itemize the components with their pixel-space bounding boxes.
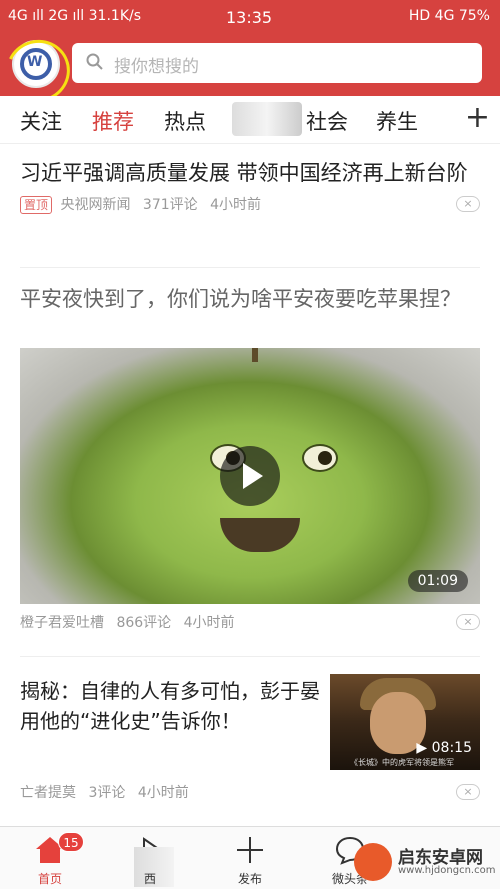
tabs-fade — [440, 96, 462, 142]
tab-hot[interactable]: 热点 — [164, 106, 206, 136]
article-meta: 置顶 央视网新闻 371评论 4小时前 × — [20, 194, 480, 214]
dismiss-button[interactable]: × — [456, 614, 480, 630]
article-comments: 3评论 — [88, 785, 126, 801]
dismiss-button[interactable]: × — [456, 784, 480, 800]
tab-recommend[interactable]: 推荐 — [92, 106, 134, 136]
tab-health[interactable]: 养生 — [376, 106, 418, 136]
article-meta-wrap: 亡者提莫 3评论 4小时前 × — [20, 782, 480, 802]
video-player[interactable]: 01:09 — [20, 348, 480, 604]
battery-status: HD 4G 75% — [408, 8, 490, 24]
thumb-duration: ▶ 08:15 — [416, 740, 472, 756]
article-title[interactable]: 平安夜快到了，你们说为啥平安夜要吃苹果捏？ — [20, 284, 480, 314]
search-placeholder: 搜你想搜的 — [114, 57, 199, 77]
channel-tabs: 关注 推荐 热点 社会 养生 + — [0, 96, 500, 144]
article-source: 橙子君爱吐槽 — [20, 615, 104, 631]
vw-logo-icon[interactable]: W — [0, 30, 79, 112]
tab-society[interactable]: 社会 — [306, 106, 348, 136]
dismiss-button[interactable]: × — [456, 196, 480, 212]
article-time: 4小时前 — [210, 197, 262, 213]
article-meta: 橙子君爱吐槽 866评论 4小时前 × — [20, 612, 480, 632]
add-channel-button[interactable]: + — [465, 100, 490, 135]
article-source: 亡者提莫 — [20, 785, 76, 801]
clock: 13:35 — [226, 8, 273, 27]
feed-item[interactable]: 习近平强调高质量发展 带领中国经济再上新台阶 置顶 央视网新闻 371评论 4小… — [20, 158, 480, 214]
pupil — [318, 451, 332, 465]
tab-follow[interactable]: 关注 — [20, 106, 62, 136]
apple-mouth — [220, 518, 300, 552]
article-thumbnail[interactable]: ▶ 08:15 《长城》中的虎军将领是熊军 — [330, 674, 480, 770]
article-meta: 亡者提莫 3评论 4小时前 × — [20, 782, 480, 802]
article-source: 央视网新闻 — [60, 197, 131, 213]
apple-eye-right — [302, 444, 338, 472]
video-duration: 01:09 — [407, 570, 468, 592]
status-bar: 4G ıll 2G ıll 31.1K/s 13:35 HD 4G 75% — [0, 0, 500, 34]
feed-item[interactable]: 揭秘：自律的人有多可怕，彭于晏 用他的“进化史”告诉你！ — [20, 676, 320, 736]
network-status: 4G ıll 2G ıll 31.1K/s — [8, 8, 142, 24]
play-icon — [243, 463, 263, 489]
feed-item[interactable]: 平安夜快到了，你们说为啥平安夜要吃苹果捏？ — [20, 284, 480, 314]
nav-label: 首页 — [37, 872, 62, 886]
article-title[interactable]: 揭秘：自律的人有多可怕，彭于晏 用他的“进化史”告诉你！ — [20, 676, 320, 736]
app-header: W 搜你想搜的 — [0, 30, 500, 112]
article-title[interactable]: 习近平强调高质量发展 带领中国经济再上新台阶 — [20, 158, 480, 188]
divider — [20, 656, 480, 657]
nav-label: 发布 — [237, 872, 262, 886]
article-meta-wrap: 橙子君爱吐槽 866评论 4小时前 × — [20, 612, 480, 632]
divider — [20, 267, 480, 268]
search-icon — [86, 53, 103, 70]
watermark: 启东安卓网 www.hjdongcn.com — [354, 841, 496, 885]
nav-publish[interactable]: 发布 — [200, 827, 300, 889]
watermark-logo-icon — [354, 843, 392, 881]
thumb-caption: 《长城》中的虎军将领是熊军 — [350, 758, 454, 767]
nav-home[interactable]: 15 首页 — [0, 827, 100, 889]
apple-stem — [252, 348, 258, 362]
nav-label: 西 — [143, 872, 156, 886]
bottom-nav: 15 首页 西 发布 微头条 启东安卓网 www.hjdongcn.com — [0, 826, 500, 889]
nav-video[interactable]: 西 — [100, 827, 200, 889]
blurred-tab[interactable] — [232, 102, 302, 136]
notification-badge: 15 — [58, 832, 84, 852]
article-time: 4小时前 — [183, 615, 235, 631]
play-button[interactable] — [220, 446, 280, 506]
thumb-duration-text: 08:15 — [431, 740, 472, 756]
watermark-url: www.hjdongcn.com — [398, 865, 496, 876]
search-bar[interactable]: 搜你想搜的 — [72, 43, 482, 83]
article-time: 4小时前 — [137, 785, 189, 801]
pinned-badge: 置顶 — [20, 196, 53, 214]
plus-icon — [237, 837, 263, 863]
article-comments: 866评论 — [116, 615, 172, 631]
article-comments: 371评论 — [142, 197, 198, 213]
